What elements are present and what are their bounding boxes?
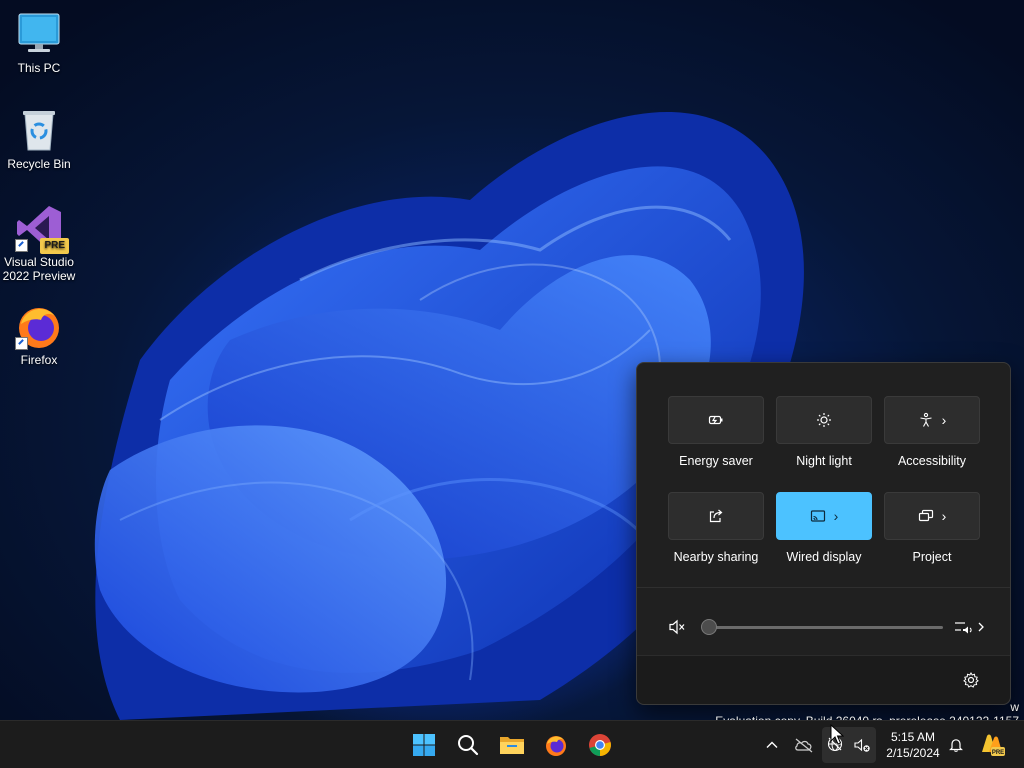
tile-label: Nearby sharing xyxy=(673,550,759,564)
night-light-button[interactable] xyxy=(776,396,872,444)
quick-settings-flyout: Energy saver Night light › Accessibility… xyxy=(636,362,1011,705)
divider xyxy=(637,587,1010,588)
onedrive-offline-icon xyxy=(795,738,813,753)
tile-accessibility: › Accessibility xyxy=(884,396,980,484)
clock-date: 2/15/2024 xyxy=(886,746,940,760)
shortcut-arrow-icon xyxy=(15,239,28,252)
mouse-cursor-icon xyxy=(830,724,844,745)
taskbar: 5:15 AM 2/15/2024 PRE xyxy=(0,720,1024,768)
quick-settings-footer xyxy=(637,655,1010,704)
start-button[interactable] xyxy=(408,729,440,761)
tile-energy-saver: Energy saver xyxy=(668,396,764,484)
tile-label: Accessibility xyxy=(897,454,967,468)
tile-label: Night light xyxy=(796,454,852,468)
settings-gear-icon[interactable] xyxy=(963,672,979,688)
pre-badge: PRE xyxy=(40,238,69,254)
tile-label: Wired display xyxy=(786,550,862,564)
copilot-button[interactable]: PRE xyxy=(978,731,1006,759)
notifications-button[interactable] xyxy=(944,733,968,757)
tile-night-light: Night light xyxy=(776,396,872,484)
file-explorer-button[interactable] xyxy=(496,729,528,761)
energy-saver-button[interactable] xyxy=(668,396,764,444)
desktop-icon-label: This PC xyxy=(17,61,61,75)
firefox-icon xyxy=(15,302,63,350)
nearby-sharing-button[interactable] xyxy=(668,492,764,540)
quick-settings-tiles: Energy saver Night light › Accessibility… xyxy=(668,396,981,580)
tile-wired-display: › Wired display xyxy=(776,492,872,580)
clock[interactable]: 5:15 AM 2/15/2024 xyxy=(880,729,946,761)
bell-icon xyxy=(949,739,963,752)
volume-muted-icon xyxy=(854,738,870,752)
visual-studio-icon: PRE xyxy=(15,204,69,254)
onedrive-tray-button[interactable] xyxy=(792,733,816,757)
recycle-bin-icon xyxy=(15,106,63,154)
energy-saver-icon xyxy=(708,415,723,425)
tile-label: Energy saver xyxy=(679,454,753,468)
search-button[interactable] xyxy=(452,729,484,761)
search-icon xyxy=(458,735,479,756)
firefox-taskbar-button[interactable] xyxy=(540,729,572,761)
copilot-preview-icon: PRE xyxy=(982,734,1005,756)
audio-output-icon[interactable] xyxy=(953,617,987,637)
volume-slider-track[interactable] xyxy=(707,626,943,629)
show-hidden-icons-button[interactable] xyxy=(760,733,784,757)
watermark-line1: w xyxy=(1010,700,1019,714)
chevron-right-icon: › xyxy=(941,412,947,428)
desktop-icon-firefox[interactable]: Firefox xyxy=(0,302,78,367)
desktop-icon-label: Firefox xyxy=(20,353,58,367)
firefox-icon xyxy=(546,736,566,756)
clock-time: 5:15 AM xyxy=(890,730,936,744)
desktop-icon-visual-studio[interactable]: PRE Visual Studio 2022 Preview xyxy=(0,204,78,283)
monitor-icon xyxy=(15,10,63,58)
cast-icon xyxy=(810,510,825,522)
desktop-icon-recycle-bin[interactable]: Recycle Bin xyxy=(0,106,78,171)
chevron-right-icon: › xyxy=(833,508,839,524)
windows-start-icon xyxy=(413,734,435,756)
chevron-right-icon: › xyxy=(941,508,947,524)
accessibility-button[interactable]: › xyxy=(884,396,980,444)
svg-text:PRE: PRE xyxy=(992,750,1004,756)
volume-slider-thumb[interactable] xyxy=(701,619,717,635)
tile-label: Project xyxy=(912,550,952,564)
chrome-icon xyxy=(589,734,611,756)
desktop-icon-this-pc[interactable]: This PC xyxy=(0,10,78,75)
chrome-taskbar-button[interactable] xyxy=(584,729,616,761)
shortcut-arrow-icon xyxy=(15,337,28,350)
wired-display-button[interactable]: › xyxy=(776,492,872,540)
desktop-icon-label: Visual Studio 2022 Preview xyxy=(2,255,76,283)
project-icon xyxy=(918,509,933,522)
share-icon xyxy=(709,509,723,523)
accessibility-icon xyxy=(920,412,932,427)
file-explorer-icon xyxy=(500,737,524,754)
tile-nearby-sharing: Nearby sharing xyxy=(668,492,764,580)
tile-project: › Project xyxy=(884,492,980,580)
desktop-icon-label: Recycle Bin xyxy=(7,157,71,171)
volume-muted-icon[interactable] xyxy=(667,617,687,637)
night-light-icon xyxy=(817,413,831,427)
chevron-up-icon xyxy=(766,741,778,748)
project-button[interactable]: › xyxy=(884,492,980,540)
volume-row xyxy=(667,615,987,639)
